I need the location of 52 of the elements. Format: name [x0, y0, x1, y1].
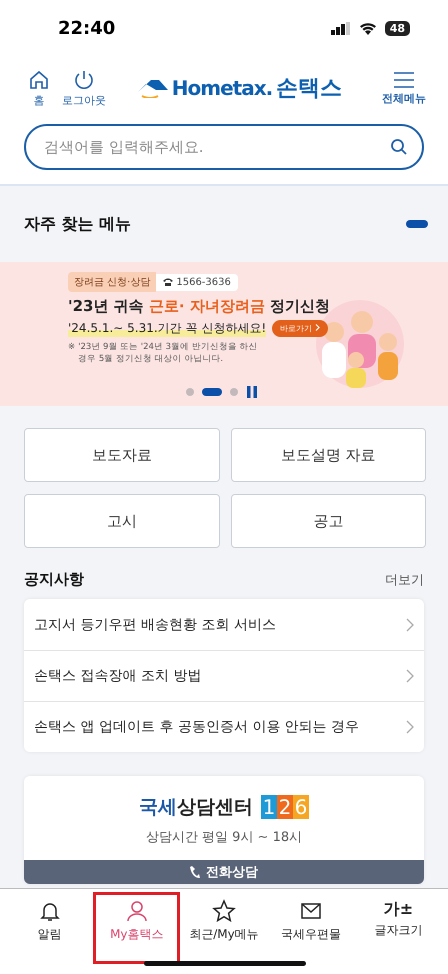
- nav-tab[interactable]: 알림: [6, 892, 94, 964]
- pause-icon[interactable]: [246, 386, 258, 398]
- chevron-icon: [406, 618, 414, 632]
- chevron-icon: [314, 324, 320, 331]
- section-title: 공지사항: [24, 570, 84, 589]
- quick-link-button[interactable]: 보도설명 자료: [230, 428, 426, 482]
- quick-link-button[interactable]: 보도자료: [24, 428, 220, 482]
- consult-hours: 상담시간 평일 9시 ~ 18시: [146, 829, 302, 846]
- star-icon: [212, 899, 236, 923]
- notice-item[interactable]: 손택스 앱 업데이트 후 공동인증서 이용 안되는 경우: [24, 701, 424, 752]
- search-icon: [390, 138, 408, 156]
- call-button[interactable]: 전화상담: [24, 860, 424, 884]
- go-button[interactable]: 바로가기: [272, 320, 328, 337]
- font-size-icon: 가±: [384, 899, 414, 919]
- banner-title: '23년 귀속 근로· 자녀장려금 정기신청: [68, 297, 332, 316]
- nav-tab[interactable]: 국세우편물: [268, 892, 355, 964]
- search-input[interactable]: 검색어를 입력해주세요.: [42, 137, 390, 157]
- home-icon: [28, 68, 50, 90]
- person-icon: [124, 899, 149, 923]
- number-logo: 1 2 6: [261, 795, 309, 819]
- phone-icon: [163, 278, 174, 286]
- phone-icon: [190, 865, 200, 879]
- notice-item[interactable]: 손택스 접속장애 조치 방법: [24, 650, 424, 701]
- chevron-icon: [406, 669, 414, 683]
- collapse-toggle[interactable]: [406, 220, 428, 228]
- status-time: 22:40: [58, 18, 116, 38]
- home-button[interactable]: 홈: [28, 68, 50, 108]
- quick-link-button[interactable]: 고시: [24, 494, 220, 548]
- more-link[interactable]: 더보기: [385, 570, 424, 588]
- battery-level: 48: [384, 20, 410, 36]
- consult-title: 국세상담센터: [139, 795, 253, 820]
- all-menu-button[interactable]: 전체메뉴: [382, 70, 426, 106]
- banner-tag: 장려금 신청·상담: [68, 272, 156, 292]
- carousel-dot[interactable]: [186, 388, 194, 396]
- wifi-icon: [358, 22, 377, 34]
- section-title: 자주 찾는 메뉴: [24, 214, 132, 234]
- logo-brand: Hometax.: [172, 76, 272, 100]
- notice-item[interactable]: 고지서 등기우편 배송현황 조회 서비스: [24, 599, 424, 650]
- search-field[interactable]: 검색어를 입력해주세요.: [24, 124, 424, 170]
- power-icon: [73, 68, 95, 90]
- signal-icon: [330, 22, 351, 34]
- banner-note: ※ '23년 9월 또는 '24년 3월에 반기신청을 하신 경우 5월 정기신청 대상이 아닙니다.: [68, 342, 258, 366]
- logo-name: 손택스: [276, 75, 342, 103]
- nav-tab[interactable]: 최근/My메뉴: [180, 892, 268, 964]
- quick-link-button[interactable]: 공고: [230, 494, 426, 548]
- banner-period: '24.5.1.~ 5.31.기간 꼭 신청하세요!: [68, 320, 266, 337]
- chevron-icon: [406, 720, 414, 734]
- menu-icon: [393, 70, 415, 88]
- nav-tab[interactable]: 가± 글자크기: [354, 892, 442, 964]
- logout-button[interactable]: 로그아웃: [62, 68, 106, 108]
- banner-phone: 1566-3636: [156, 274, 238, 290]
- carousel-dot[interactable]: [230, 388, 238, 396]
